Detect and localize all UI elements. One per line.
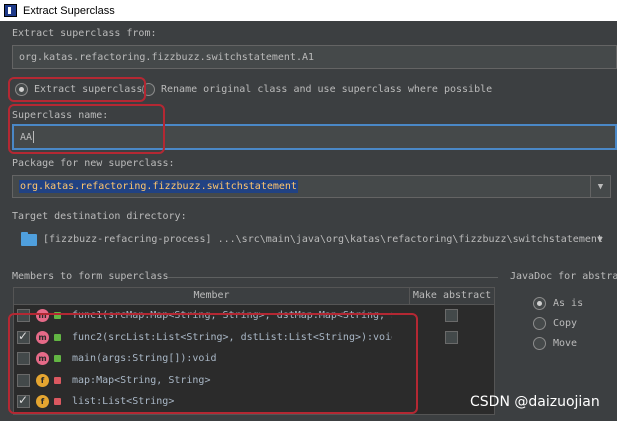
method-icon: m [36,330,49,344]
member-signature: main(args:String[]):void [72,353,217,365]
package-value: org.katas.refactoring.fizzbuzz.switchsta… [19,180,298,193]
javadoc-group-label: JavaDoc for abstrac [510,271,617,282]
column-header-make-abstract[interactable]: Make abstract [410,288,494,304]
radio-javadoc-move-indicator[interactable] [533,337,546,350]
make-abstract-checkbox[interactable] [445,309,458,322]
method-icon: m [36,352,49,366]
superclass-name-input[interactable]: AA [12,124,617,150]
method-icon: m [36,309,49,323]
chevron-down-icon[interactable]: ▼ [590,229,610,250]
member-checkbox[interactable] [17,309,30,323]
superclass-name-value: AA [20,131,33,143]
chevron-down-icon[interactable]: ▼ [590,176,610,197]
radio-javadoc-move-label: Move [553,338,578,349]
members-table-body: m func1(srcMap:Map<String, String>, dstMa… [14,305,494,413]
table-row[interactable]: m main(args:String[]):void [14,348,494,370]
window-title: Extract Superclass [23,4,115,17]
superclass-name-label: Superclass name: [12,110,109,121]
folder-icon [21,231,37,246]
target-dir-combo[interactable]: [fizzbuzz-refacring-process] ...\src\mai… [12,228,611,251]
table-row[interactable]: f map:Map<String, String> [14,370,494,392]
radio-javadoc-copy-indicator[interactable] [533,317,546,330]
title-bar: Extract Superclass [0,0,617,21]
field-icon: f [36,395,49,409]
private-lock-icon [54,398,61,406]
target-dir-label: Target destination directory: [12,211,187,222]
members-table[interactable]: Member Make abstract m func1(srcMap:Map<S… [13,287,495,415]
column-header-member[interactable]: Member [14,288,410,304]
table-row[interactable]: m func2(srcList:List<String>, dstList:Lis… [14,327,494,349]
member-checkbox[interactable] [17,352,30,366]
extract-from-label: Extract superclass from: [12,28,157,39]
intellij-app-icon [4,4,17,17]
radio-javadoc-as-is-indicator[interactable] [533,297,546,310]
radio-rename-original-label: Rename original class and use superclass… [161,84,493,95]
public-visibility-icon [54,312,61,320]
public-visibility-icon [54,333,61,341]
private-lock-icon [54,376,61,384]
member-checkbox[interactable] [17,329,30,344]
radio-javadoc-as-is[interactable]: As is [533,297,583,310]
package-label: Package for new superclass: [12,158,175,169]
member-checkbox[interactable] [17,373,30,387]
radio-javadoc-copy[interactable]: Copy [533,317,577,330]
member-signature: list:List<String> [72,396,175,408]
member-signature: map:Map<String, String> [72,374,211,386]
watermark-text: CSDN @daizuojian [470,394,600,410]
package-combo[interactable]: org.katas.refactoring.fizzbuzz.switchsta… [12,175,611,198]
members-group-separator [168,277,498,278]
radio-rename-original-indicator[interactable] [142,83,155,96]
member-checkbox[interactable] [17,393,30,409]
member-signature: func2(srcList:List<String>, dstList:List… [72,331,392,343]
make-abstract-checkbox[interactable] [445,330,458,344]
radio-javadoc-copy-label: Copy [553,318,578,329]
members-table-header: Member Make abstract [14,288,494,305]
table-row[interactable]: m func1(srcMap:Map<String, String>, dstMa… [14,305,494,327]
radio-extract-superclass[interactable]: Extract superclass [15,83,142,96]
radio-javadoc-as-is-label: As is [553,298,584,309]
radio-rename-original[interactable]: Rename original class and use superclass… [142,83,492,96]
radio-extract-superclass-indicator[interactable] [15,83,28,96]
radio-javadoc-move[interactable]: Move [533,337,577,350]
radio-extract-superclass-label: Extract superclass [34,84,143,95]
field-icon: f [36,373,49,387]
extract-from-value: org.katas.refactoring.fizzbuzz.switchsta… [19,51,315,63]
members-group-label: Members to form superclass [12,271,169,282]
target-dir-value: [fizzbuzz-refacring-process] ...\src\mai… [43,234,603,245]
extract-from-field[interactable]: org.katas.refactoring.fizzbuzz.switchsta… [12,45,617,69]
text-caret [33,131,35,143]
member-signature: func1(srcMap:Map<String, String>, dstMap… [72,310,392,322]
public-visibility-icon [54,355,61,363]
table-row[interactable]: f list:List<String> [14,391,494,413]
